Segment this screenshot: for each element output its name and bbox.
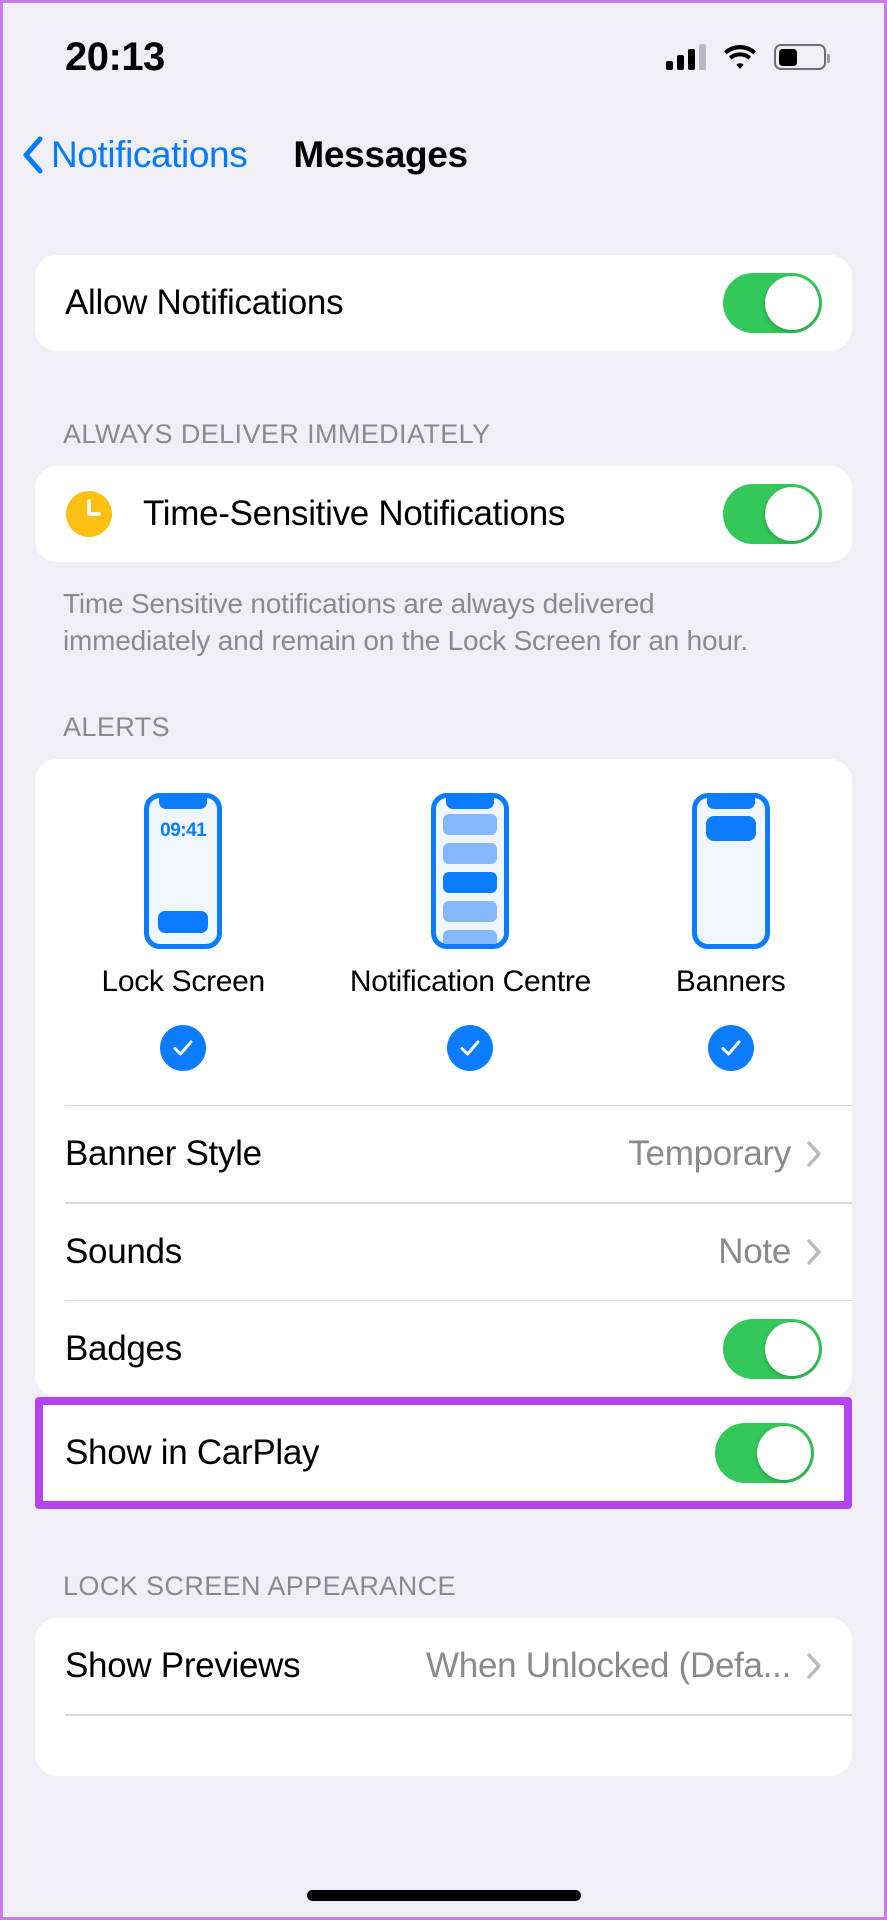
banners-preview-icon xyxy=(691,792,770,949)
row-show-previews[interactable]: Show Previews When Unlocked (Defa... xyxy=(35,1618,852,1714)
chevron-right-icon xyxy=(807,1239,821,1265)
alerts-card: 09:41 Lock Screen Notification Centre Ba… xyxy=(35,758,852,1398)
status-bar-time: 20:13 xyxy=(65,34,165,79)
alert-style-notification-centre[interactable]: Notification Centre xyxy=(349,792,591,1071)
navigation-bar: Notifications Messages xyxy=(3,111,884,199)
row-banner-style[interactable]: Banner Style Temporary xyxy=(35,1106,852,1202)
carplay-highlight-wrapper: Show in CarPlay xyxy=(35,1397,852,1510)
row-badges[interactable]: Badges xyxy=(35,1301,852,1397)
always-deliver-header: ALWAYS DELIVER IMMEDIATELY xyxy=(63,419,491,449)
battery-icon xyxy=(774,44,830,70)
row-value: When Unlocked (Defa... xyxy=(426,1646,791,1686)
show-in-carplay-toggle[interactable] xyxy=(715,1423,814,1484)
chevron-left-icon xyxy=(23,136,43,174)
allow-notifications-card: Allow Notifications xyxy=(35,255,852,351)
lock-screen-preview-icon: 09:41 xyxy=(144,792,223,949)
lock-screen-checkbox[interactable] xyxy=(160,1024,207,1071)
home-indicator[interactable] xyxy=(306,1890,581,1901)
settings-content: Allow Notifications ALWAYS DELIVER IMMED… xyxy=(3,199,884,1917)
back-button-label: Notifications xyxy=(51,134,248,175)
time-sensitive-toggle[interactable] xyxy=(723,484,822,544)
row-value: Temporary xyxy=(628,1134,791,1174)
row-value: Note xyxy=(718,1231,791,1271)
row-label: Show Previews xyxy=(65,1646,301,1686)
checkmark-icon xyxy=(173,1040,193,1056)
checkmark-icon xyxy=(460,1040,480,1056)
chevron-right-icon xyxy=(807,1653,821,1680)
row-label: Banner Style xyxy=(65,1134,262,1174)
page-title: Messages xyxy=(293,134,468,175)
row-label: Time-Sensitive Notifications xyxy=(143,494,566,533)
wifi-icon xyxy=(724,45,756,69)
row-sounds[interactable]: Sounds Note xyxy=(35,1204,852,1300)
chevron-right-icon xyxy=(807,1141,821,1168)
row-label: Allow Notifications xyxy=(65,283,344,322)
checkmark-icon xyxy=(721,1040,741,1056)
alert-style-label: Banners xyxy=(675,964,786,998)
allow-notifications-toggle[interactable] xyxy=(723,273,822,333)
alert-style-grid: 09:41 Lock Screen Notification Centre Ba… xyxy=(35,792,852,1071)
cellular-signal-icon xyxy=(666,44,706,70)
back-button[interactable]: Notifications xyxy=(21,134,248,176)
row-label: Show in CarPlay xyxy=(65,1433,320,1473)
lock-screen-preview-time: 09:41 xyxy=(160,819,207,841)
row-label: Badges xyxy=(65,1329,182,1369)
alert-style-banners[interactable]: Banners xyxy=(675,792,786,1071)
alerts-header: ALERTS xyxy=(63,711,170,742)
row-allow-notifications[interactable]: Allow Notifications xyxy=(35,255,852,351)
row-show-in-carplay[interactable]: Show in CarPlay xyxy=(43,1405,844,1501)
notification-centre-checkbox[interactable] xyxy=(447,1024,494,1071)
clock-icon xyxy=(66,491,112,537)
alert-style-label: Lock Screen xyxy=(101,964,265,998)
status-bar-icons xyxy=(666,44,830,70)
notification-centre-preview-icon xyxy=(431,792,510,949)
lock-screen-appearance-card: Show Previews When Unlocked (Defa... xyxy=(35,1618,852,1776)
alert-style-label: Notification Centre xyxy=(349,964,591,998)
banners-checkbox[interactable] xyxy=(707,1024,754,1071)
badges-toggle[interactable] xyxy=(723,1319,822,1380)
alert-style-lock-screen[interactable]: 09:41 Lock Screen xyxy=(101,792,265,1071)
status-bar: 20:13 xyxy=(3,3,884,111)
lock-screen-appearance-header: LOCK SCREEN APPEARANCE xyxy=(63,1571,456,1602)
time-sensitive-card: Time-Sensitive Notifications xyxy=(35,466,852,562)
time-sensitive-footnote: Time Sensitive notifications are always … xyxy=(63,588,748,656)
row-label: Sounds xyxy=(65,1231,182,1271)
iphone-settings-screen: 20:13 Notifications Messages Allow Notif… xyxy=(0,0,887,1920)
row-time-sensitive-notifications[interactable]: Time-Sensitive Notifications xyxy=(35,466,852,562)
highlight-annotation-box: Show in CarPlay xyxy=(35,1397,852,1510)
